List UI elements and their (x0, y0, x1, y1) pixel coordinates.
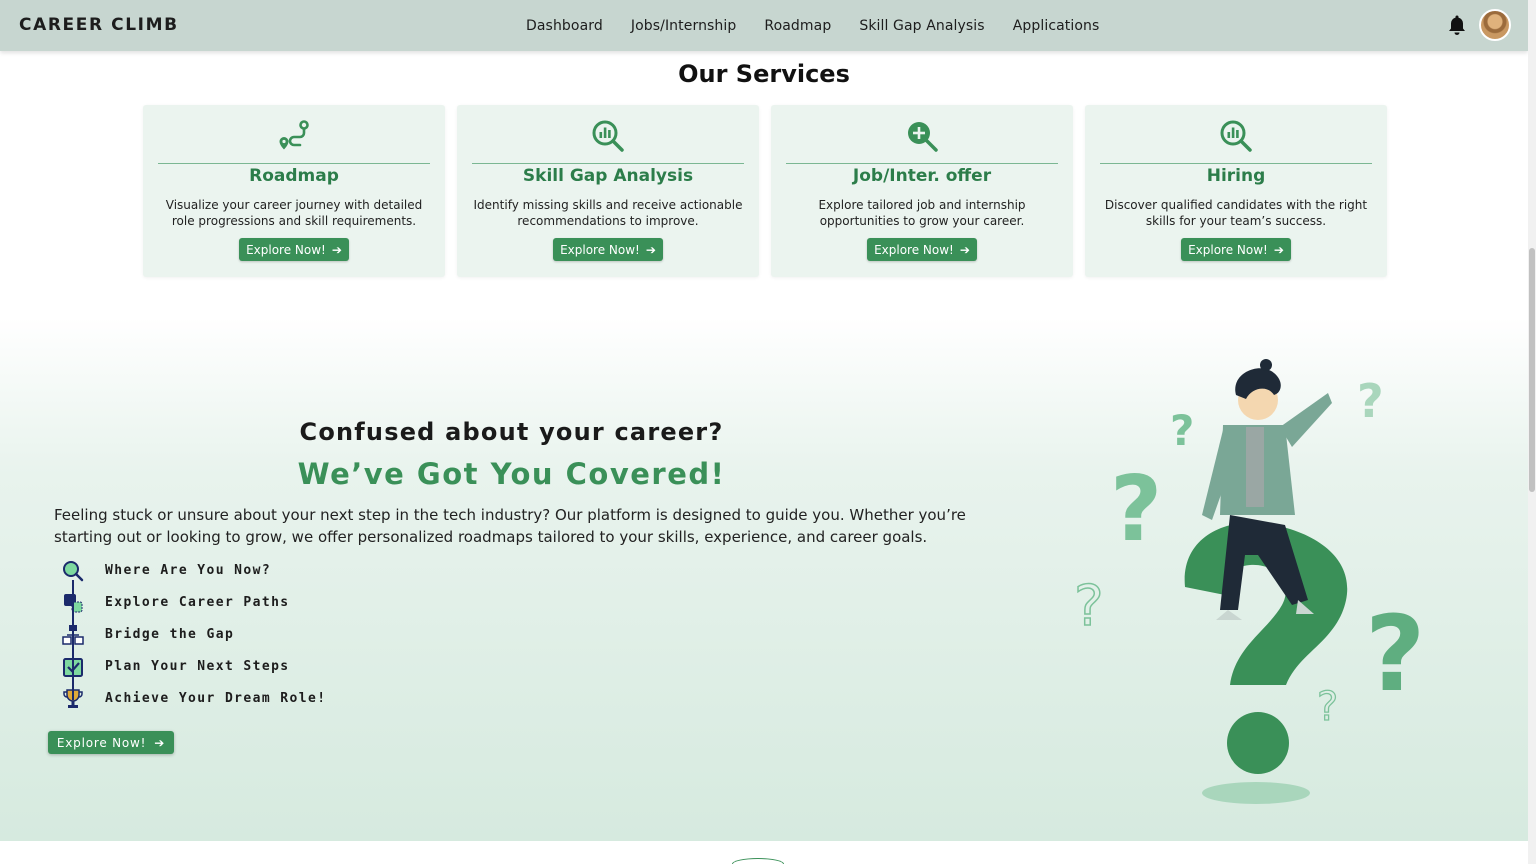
step-item: Achieve Your Dream Role! (58, 686, 358, 712)
nav-dashboard[interactable]: Dashboard (526, 18, 603, 34)
card-title: Hiring (1206, 166, 1266, 186)
card-description: Identify missing skills and receive acti… (473, 198, 743, 228)
arrow-right-icon: ➔ (331, 242, 342, 257)
step-label: Where Are You Now? (105, 563, 272, 578)
brand-logo[interactable]: CAREER CLIMB (19, 15, 179, 35)
step-label: Explore Career Paths (105, 595, 290, 610)
button-label: Explore Now! (246, 242, 326, 257)
arrow-right-icon: ➔ (645, 242, 656, 257)
explore-roadmap-button[interactable]: Explore Now! ➔ (239, 238, 349, 261)
bell-icon[interactable] (1447, 14, 1467, 36)
card-divider (786, 163, 1058, 164)
search-icon (63, 561, 84, 582)
nav-jobs-internship[interactable]: Jobs/Internship (631, 18, 737, 34)
confused-person-illustration: ? ? ? ? ? ? (1073, 359, 1425, 804)
nav-applications[interactable]: Applications (1013, 18, 1100, 34)
zoom-plus-icon (908, 122, 938, 152)
service-card-skill-gap: Skill Gap Analysis Identify missing skil… (457, 105, 759, 277)
arrow-right-icon: ➔ (1273, 242, 1284, 257)
svg-text:?: ? (1074, 574, 1104, 639)
card-title: Skill Gap Analysis (522, 166, 694, 186)
card-title: Job/Inter. offer (852, 166, 992, 186)
top-navbar: CAREER CLIMB Dashboard Jobs/Internship R… (0, 0, 1528, 51)
svg-text:?: ? (1365, 593, 1425, 715)
chart-search-icon (592, 120, 624, 152)
card-title: Roadmap (249, 166, 339, 186)
card-divider (472, 163, 744, 164)
step-item: Bridge the Gap (58, 622, 358, 648)
step-label: Bridge the Gap (105, 627, 235, 642)
service-card-job-offer: Job/Inter. offer Explore tailored job an… (771, 105, 1073, 277)
services-title: Our Services (678, 60, 850, 88)
route-icon (279, 120, 309, 150)
svg-text:?: ? (1110, 457, 1162, 562)
steps-connector-line (72, 580, 74, 700)
svg-text:?: ? (1170, 406, 1194, 455)
scrollbar-thumb[interactable] (1529, 248, 1535, 492)
card-divider (158, 163, 430, 164)
footer-logo-icon (732, 858, 784, 864)
step-label: Achieve Your Dream Role! (105, 691, 327, 706)
chart-search-icon (1220, 120, 1252, 152)
button-label: Explore Now! (56, 735, 147, 750)
step-item: Explore Career Paths (58, 590, 358, 616)
button-label: Explore Now! (874, 242, 954, 257)
explore-skill-gap-button[interactable]: Explore Now! ➔ (553, 238, 663, 261)
hero-paragraph: Feeling stuck or unsure about your next … (54, 506, 966, 546)
explore-job-offer-button[interactable]: Explore Now! ➔ (867, 238, 977, 261)
arrow-right-icon: ➔ (959, 242, 970, 257)
hero-headline: We’ve Got You Covered! (297, 457, 726, 491)
card-divider (1100, 163, 1372, 164)
card-description: Visualize your career journey with detai… (165, 198, 423, 228)
explore-hiring-button[interactable]: Explore Now! ➔ (1181, 238, 1291, 261)
service-card-hiring: Hiring Discover qualified candidates wit… (1085, 105, 1387, 277)
hero-question: Confused about your career? (299, 418, 724, 446)
step-label: Plan Your Next Steps (105, 659, 290, 674)
svg-text:?: ? (1357, 374, 1384, 428)
hero-explore-button[interactable]: Explore Now! ➔ (48, 731, 174, 754)
service-card-roadmap: Roadmap Visualize your career journey wi… (143, 105, 445, 277)
nav-skill-gap-analysis[interactable]: Skill Gap Analysis (859, 18, 984, 34)
avatar[interactable] (1479, 9, 1511, 41)
svg-text:?: ? (1317, 684, 1338, 730)
card-description: Explore tailored job and internship oppo… (818, 198, 1026, 228)
nav-roadmap[interactable]: Roadmap (764, 18, 831, 34)
step-item: Plan Your Next Steps (58, 654, 358, 680)
card-description: Discover qualified candidates with the r… (1104, 198, 1368, 228)
button-label: Explore Now! (1188, 242, 1268, 257)
button-label: Explore Now! (560, 242, 640, 257)
main-nav: Dashboard Jobs/Internship Roadmap Skill … (512, 0, 1113, 51)
step-item: Where Are You Now? (58, 558, 358, 584)
arrow-right-icon: ➔ (154, 735, 166, 750)
page-scrollbar[interactable] (1528, 0, 1536, 864)
